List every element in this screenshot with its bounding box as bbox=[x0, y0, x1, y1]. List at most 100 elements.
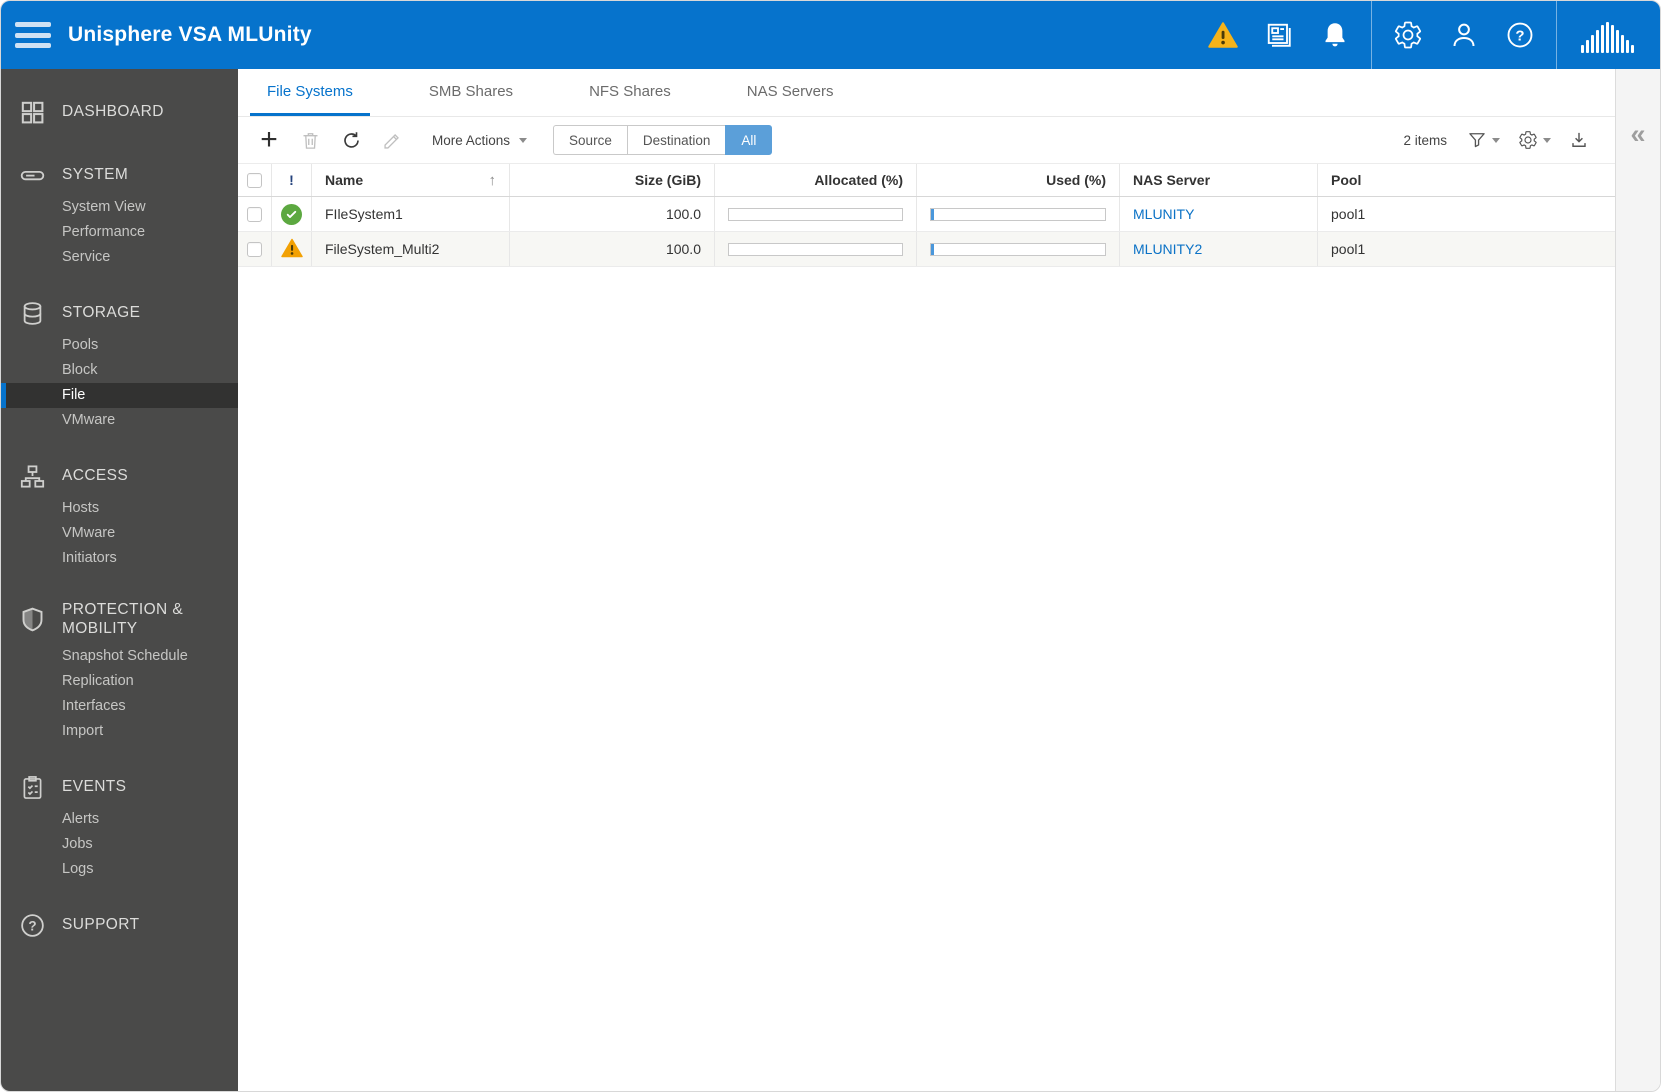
notifications-bell-icon[interactable] bbox=[1318, 18, 1352, 52]
sidebar-section-support[interactable]: ? SUPPORT bbox=[1, 906, 238, 945]
tab-nfs-shares[interactable]: NFS Shares bbox=[572, 69, 688, 116]
sidebar-section-system[interactable]: SYSTEM bbox=[1, 156, 238, 195]
sidebar-item-performance[interactable]: Performance bbox=[1, 220, 238, 245]
sidebar-section-label: SYSTEM bbox=[62, 166, 129, 184]
topbar-divider bbox=[1556, 1, 1557, 69]
filter-funnel-button[interactable] bbox=[1467, 130, 1500, 150]
column-header-pool[interactable]: Pool bbox=[1318, 164, 1615, 196]
column-header-size[interactable]: Size (GiB) bbox=[510, 164, 715, 196]
allocated-progress-bar bbox=[728, 242, 903, 256]
add-button[interactable]: + bbox=[254, 125, 284, 155]
file-systems-table: ! Name ↑ Size (GiB) Allocated (%) Used (%) NAS… bbox=[238, 163, 1615, 267]
source-filter-segments: Source Destination All bbox=[553, 125, 773, 155]
sidebar-item-file[interactable]: File bbox=[1, 383, 238, 408]
sidebar-item-import[interactable]: Import bbox=[1, 719, 238, 744]
sidebar-section-events[interactable]: EVENTS bbox=[1, 768, 238, 807]
segment-all[interactable]: All bbox=[725, 125, 773, 155]
tab-smb-shares[interactable]: SMB Shares bbox=[412, 69, 530, 116]
sidebar-item-snapshot-schedule[interactable]: Snapshot Schedule bbox=[1, 644, 238, 669]
warning-icon[interactable] bbox=[1206, 18, 1240, 52]
more-actions-label: More Actions bbox=[432, 132, 511, 148]
row-checkbox[interactable] bbox=[247, 241, 262, 257]
chevron-down-icon bbox=[1543, 137, 1551, 143]
sidebar-section-label: ACCESS bbox=[62, 467, 129, 485]
dashboard-icon bbox=[19, 99, 46, 126]
status-ok-icon bbox=[281, 203, 302, 225]
system-icon bbox=[19, 162, 46, 189]
used-progress-bar bbox=[930, 207, 1106, 221]
cell-used bbox=[917, 197, 1120, 231]
cell-pool: pool1 bbox=[1331, 241, 1366, 257]
brand-logo bbox=[1581, 17, 1634, 53]
column-header-used[interactable]: Used (%) bbox=[917, 164, 1120, 196]
nas-server-link[interactable]: MLUNITY bbox=[1133, 206, 1194, 222]
edit-button[interactable] bbox=[377, 125, 407, 155]
tab-nas-servers[interactable]: NAS Servers bbox=[730, 69, 851, 116]
status-column-header: ! bbox=[289, 172, 294, 188]
sidebar-section-dashboard[interactable]: DASHBOARD bbox=[1, 93, 238, 132]
cell-size: 100.0 bbox=[510, 197, 715, 231]
chevron-down-icon bbox=[1492, 137, 1500, 143]
sidebar-item-alerts[interactable]: Alerts bbox=[1, 807, 238, 832]
tab-file-systems[interactable]: File Systems bbox=[250, 69, 370, 116]
table-row[interactable]: FIleSystem1 100.0 MLUNITY pool1 bbox=[238, 197, 1615, 232]
table-settings-gear-button[interactable] bbox=[1518, 130, 1551, 150]
settings-gear-icon[interactable] bbox=[1391, 18, 1425, 52]
row-checkbox[interactable] bbox=[247, 206, 262, 222]
table-row[interactable]: FileSystem_Multi2 100.0 MLUNITY2 pool1 bbox=[238, 232, 1615, 267]
sidebar-item-system-view[interactable]: System View bbox=[1, 195, 238, 220]
right-panel-strip: « bbox=[1615, 69, 1660, 1091]
sidebar-item-initiators[interactable]: Initiators bbox=[1, 546, 238, 571]
column-header-name[interactable]: Name ↑ bbox=[312, 164, 510, 196]
tab-bar: File Systems SMB Shares NFS Shares NAS Serv… bbox=[238, 69, 1615, 117]
column-header-allocated[interactable]: Allocated (%) bbox=[715, 164, 917, 196]
sidebar-item-pools[interactable]: Pools bbox=[1, 333, 238, 358]
app-window: Unisphere VSA MLUnity ? DASHBOARD SYSTEM… bbox=[0, 0, 1661, 1092]
segment-destination[interactable]: Destination bbox=[626, 125, 726, 155]
sidebar-section-label: STORAGE bbox=[62, 304, 141, 322]
sidebar-item-replication[interactable]: Replication bbox=[1, 669, 238, 694]
sidebar-item-vmware[interactable]: VMware bbox=[1, 408, 238, 433]
sidebar-item-block[interactable]: Block bbox=[1, 358, 238, 383]
sidebar-section-label: SUPPORT bbox=[62, 916, 140, 934]
sidebar-item-jobs[interactable]: Jobs bbox=[1, 832, 238, 857]
storage-icon bbox=[19, 300, 46, 327]
table-body: FIleSystem1 100.0 MLUNITY pool1 FileSystem_M… bbox=[238, 197, 1615, 267]
sidebar-section-protection[interactable]: PROTECTION & MOBILITY bbox=[1, 595, 238, 644]
collapse-panel-button[interactable]: « bbox=[1630, 121, 1645, 1091]
more-actions-dropdown[interactable]: More Actions bbox=[432, 132, 528, 148]
sidebar-item-hosts[interactable]: Hosts bbox=[1, 496, 238, 521]
chevron-down-icon bbox=[519, 137, 528, 143]
sidebar-item-vmware[interactable]: VMware bbox=[1, 521, 238, 546]
allocated-progress-bar bbox=[728, 207, 903, 221]
export-download-button[interactable] bbox=[1569, 130, 1589, 150]
items-count: 2 items bbox=[1403, 132, 1447, 148]
topbar-divider bbox=[1371, 1, 1372, 69]
sidebar-section-storage[interactable]: STORAGE bbox=[1, 294, 238, 333]
nas-server-link[interactable]: MLUNITY2 bbox=[1133, 241, 1202, 257]
sidebar-section-access[interactable]: ACCESS bbox=[1, 457, 238, 496]
sidebar-item-service[interactable]: Service bbox=[1, 245, 238, 270]
status-warning-icon bbox=[280, 238, 303, 261]
column-header-status[interactable]: ! bbox=[272, 164, 312, 196]
delete-button[interactable] bbox=[295, 125, 325, 155]
sidebar-nav: DASHBOARD SYSTEM System View Performance Ser… bbox=[1, 69, 238, 1091]
user-icon[interactable] bbox=[1447, 18, 1481, 52]
hamburger-menu-icon[interactable] bbox=[15, 22, 51, 48]
refresh-button[interactable] bbox=[336, 125, 366, 155]
svg-text:?: ? bbox=[28, 919, 36, 934]
select-all-checkbox[interactable] bbox=[247, 172, 262, 188]
used-progress-bar bbox=[930, 242, 1106, 256]
help-icon[interactable]: ? bbox=[1503, 18, 1537, 52]
jobs-icon[interactable] bbox=[1262, 18, 1296, 52]
events-icon bbox=[19, 774, 46, 801]
sidebar-item-interfaces[interactable]: Interfaces bbox=[1, 694, 238, 719]
toolbar: + More Actions Source Destination All 2 it… bbox=[238, 117, 1615, 163]
column-header-nas[interactable]: NAS Server bbox=[1120, 164, 1318, 196]
cell-size: 100.0 bbox=[510, 232, 715, 266]
column-header-select[interactable] bbox=[238, 164, 272, 196]
name-column-label: Name bbox=[325, 172, 364, 188]
sidebar-item-logs[interactable]: Logs bbox=[1, 857, 238, 882]
segment-source[interactable]: Source bbox=[553, 125, 627, 155]
sort-ascending-icon: ↑ bbox=[488, 171, 497, 189]
